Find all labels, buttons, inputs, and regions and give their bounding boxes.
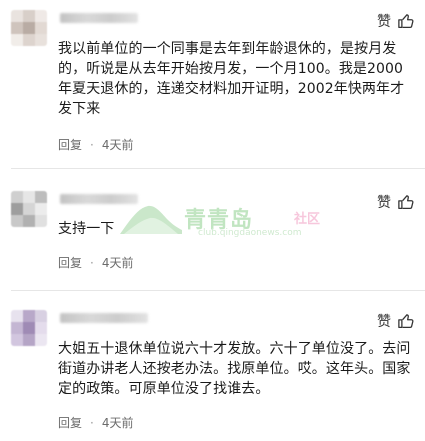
like-button[interactable]: 赞	[377, 11, 415, 31]
like-label: 赞	[377, 314, 391, 330]
timestamp: 4天前	[101, 138, 134, 152]
avatar[interactable]	[11, 310, 47, 346]
username-blurred[interactable]	[60, 194, 138, 204]
thumbs-up-icon	[397, 12, 415, 30]
divider	[11, 290, 425, 291]
separator-dot: ·	[90, 415, 94, 430]
like-button[interactable]: 赞	[377, 192, 415, 212]
reply-link[interactable]: 回复	[58, 254, 82, 271]
comment-text: 我以前单位的一个同事是去年到年龄退休的，是按月发的，听说是从去年开始按月发，一个…	[58, 41, 405, 117]
comment-meta: 回复 · 4天前	[58, 254, 133, 271]
username-blurred[interactable]	[60, 13, 138, 23]
separator-dot: ·	[90, 137, 94, 152]
avatar[interactable]	[11, 191, 47, 227]
username-blurred[interactable]	[60, 313, 148, 323]
avatar[interactable]	[11, 10, 47, 46]
reply-link[interactable]: 回复	[58, 414, 82, 431]
timestamp: 4天前	[101, 256, 134, 270]
reply-link[interactable]: 回复	[58, 136, 82, 153]
comment-meta: 回复 · 4天前	[58, 136, 133, 153]
thumbs-up-icon	[397, 193, 415, 211]
thumbs-up-icon	[397, 312, 415, 330]
timestamp: 4天前	[101, 416, 134, 430]
divider	[11, 168, 425, 169]
like-button[interactable]: 赞	[377, 311, 415, 331]
separator-dot: ·	[90, 255, 94, 270]
comment-meta: 回复 · 4天前	[58, 414, 133, 431]
comment-text: 支持一下	[58, 221, 115, 237]
like-label: 赞	[377, 195, 391, 211]
like-label: 赞	[377, 14, 391, 30]
comment-text: 大姐五十退休单位说六十才发放。六十了单位没了。去问街道办讲老人还按老办法。找原单…	[58, 341, 411, 397]
